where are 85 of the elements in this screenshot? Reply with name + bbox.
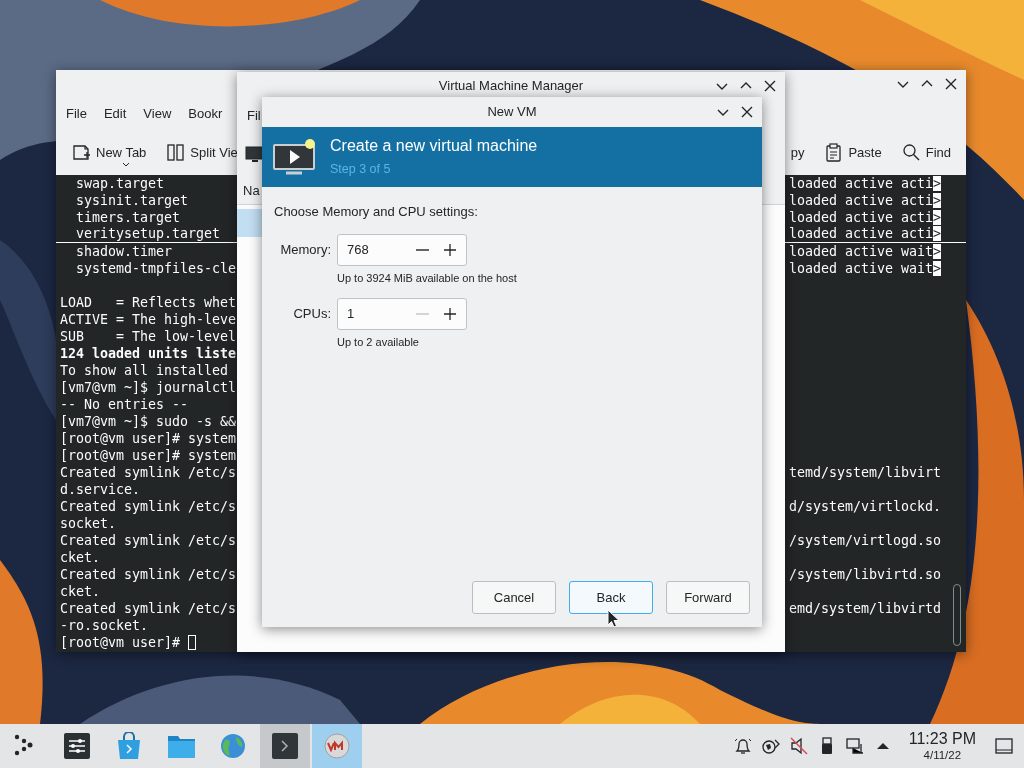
terminal-line: socket.: [60, 515, 117, 532]
terminal-line: temd/system/libvirt: [788, 464, 941, 481]
terminal-line: emd/system/libvirtd: [788, 600, 941, 617]
terminal-line: LOAD = Reflects whet: [60, 294, 237, 311]
spin-box[interactable]: 1: [337, 297, 467, 330]
dialog-heading: Create a new virtual machine: [330, 135, 538, 156]
prompt-text: Choose Memory and CPU settings:: [274, 203, 479, 221]
dialog-button[interactable]: Forward: [666, 581, 750, 614]
field-label: Memory:: [279, 240, 331, 259]
terminal-line: swap.target: [75, 175, 165, 192]
window-title: Virtual Machine Manager: [438, 77, 584, 96]
mouse-pointer-icon: [607, 609, 620, 629]
vm-icon[interactable]: [312, 724, 362, 768]
menu-item[interactable]: Edit: [103, 104, 127, 124]
terminal-line: loaded active acti>: [788, 192, 941, 209]
caret-icon: [122, 162, 130, 169]
toolbar-button[interactable]: py: [790, 142, 805, 163]
field-label: CPUs:: [292, 304, 331, 323]
monitor-icon: [272, 137, 318, 177]
terminal-line: loaded active acti>: [788, 175, 941, 192]
new-tab-icon: [72, 143, 91, 162]
menu-item[interactable]: Fil: [247, 106, 261, 126]
show-desktop-icon[interactable]: [994, 736, 1014, 756]
clipboard-icon: [824, 143, 844, 162]
terminal-line: /system/libvirtd.so: [788, 566, 941, 583]
terminal-line: Created symlink /etc/s: [60, 498, 237, 515]
plus-icon: [443, 306, 457, 321]
dialog-button[interactable]: Back: [569, 581, 653, 614]
terminal-line: loaded active wait>: [788, 243, 941, 260]
hint-text: Up to 3924 MiB available on the host: [337, 270, 518, 286]
terminal-line: [root@vm user]#: [60, 634, 197, 651]
computer-network-icon[interactable]: [844, 736, 865, 756]
step-label: Step 3 of 5: [330, 160, 392, 178]
value-field[interactable]: 768: [338, 238, 408, 261]
terminal-line: loaded active acti>: [788, 226, 941, 242]
monitor-icon[interactable]: [245, 145, 265, 164]
terminal-line: d/system/virtlockd.: [788, 498, 941, 515]
terminal-line: shadow.timer: [75, 243, 173, 260]
terminal-icon[interactable]: [260, 724, 310, 768]
terminal-line: [root@vm user]# system: [60, 430, 237, 447]
terminal-line: -- No entries --: [60, 396, 189, 413]
spin-box[interactable]: 768: [337, 233, 467, 266]
minus-icon: [415, 248, 429, 251]
menu-item[interactable]: View: [143, 104, 172, 124]
bell-icon[interactable]: [732, 736, 753, 756]
terminal-line: /system/virtlogd.so: [788, 532, 941, 549]
menu-item[interactable]: Bookr: [188, 104, 223, 124]
terminal-line: Created symlink /etc/s: [60, 464, 237, 481]
terminal-line: 124 loaded units liste: [60, 345, 237, 362]
muted-speaker-icon[interactable]: [788, 736, 809, 756]
terminal-line: veritysetup.target: [75, 226, 221, 242]
terminal-line: SUB = The low-level: [60, 328, 237, 345]
terminal-line: ACTIVE = The high-leve: [60, 311, 237, 328]
terminal-line: [vm7@vm ~]$ journalctl: [60, 379, 237, 396]
terminal-line: [vm7@vm ~]$ sudo -s &&: [60, 413, 237, 430]
clock-time[interactable]: 11:23 PM: [908, 730, 976, 747]
toolbar-button[interactable]: Find: [901, 142, 951, 163]
clock-date[interactable]: 4/11/22: [923, 749, 962, 762]
terminal-line: Created symlink /etc/s: [60, 566, 237, 583]
toolbar-button[interactable]: Split Vie: [166, 142, 238, 163]
search-icon: [901, 143, 921, 162]
toolbar-button[interactable]: Paste: [824, 142, 882, 163]
minus-icon: [415, 312, 429, 315]
terminal-line: d.service.: [60, 481, 141, 498]
terminal-line: cket.: [60, 549, 101, 566]
terminal-line: systemd-tmpfiles-cle: [75, 260, 237, 277]
column-header[interactable]: Na: [243, 180, 260, 201]
dialog-button[interactable]: Cancel: [472, 581, 556, 614]
terminal-line: Created symlink /etc/s: [60, 600, 237, 617]
split-view-icon: [166, 143, 186, 162]
terminal-line: Created symlink /etc/s: [60, 532, 237, 549]
plus-icon: [443, 242, 457, 257]
terminal-line: loaded active acti>: [788, 209, 941, 226]
terminal-line: sysinit.target: [75, 192, 189, 209]
value-field[interactable]: 1: [338, 302, 408, 325]
terminal-line: [root@vm user]# system: [60, 447, 237, 464]
terminal-line: loaded active wait>: [788, 260, 941, 277]
terminal-line: -ro.socket.: [60, 617, 149, 634]
toolbar-button[interactable]: New Tab: [72, 142, 147, 163]
menu-item[interactable]: File: [66, 104, 87, 124]
dialog-title: New VM: [487, 103, 537, 122]
terminal-line: timers.target: [75, 209, 181, 226]
terminal-line: To show all installed: [60, 362, 229, 379]
hint-text: Up to 2 available: [337, 334, 420, 350]
terminal-line: cket.: [60, 583, 101, 600]
